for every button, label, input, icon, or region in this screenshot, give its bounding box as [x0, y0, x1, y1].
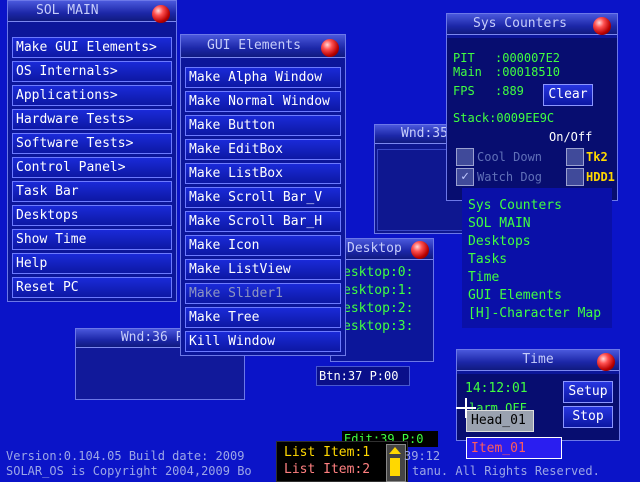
setup-button[interactable]: Setup	[563, 381, 613, 403]
main-value: :00018510	[495, 65, 561, 79]
clock-value: 14:12:01	[465, 381, 528, 396]
pit-value: :000007E2	[495, 51, 561, 65]
sol-menu-item[interactable]: Reset PC	[12, 277, 172, 298]
sys-close-ball-icon[interactable]	[593, 17, 611, 35]
sol-menu-item[interactable]: Control Panel>	[12, 157, 172, 178]
clear-button[interactable]: Clear	[543, 84, 593, 106]
sys-menu-item[interactable]: Time	[468, 270, 499, 285]
sol-menu-item[interactable]: OS Internals>	[12, 61, 172, 82]
sys-menu-item[interactable]: Desktops	[468, 234, 531, 249]
pit-label: PIT	[453, 51, 475, 65]
desktop-item[interactable]: esktop:2:	[343, 301, 413, 316]
scroll-up-arrow-icon[interactable]	[389, 447, 401, 454]
hdd1-label: HDD1	[586, 170, 615, 184]
sol-menu-item[interactable]: Software Tests>	[12, 133, 172, 154]
gui-menu-item[interactable]: Make Normal Window	[185, 91, 341, 112]
sol-main-window: SOL MAIN Make GUI Elements> OS Internals>…	[7, 0, 177, 302]
footer-copyright: SOLAR_OS is Copyright 2004,2009 Bo	[6, 464, 252, 478]
onoff-label: On/Off	[549, 130, 593, 144]
stop-button[interactable]: Stop	[563, 406, 613, 428]
sys-menu-item[interactable]: Tasks	[468, 252, 507, 267]
cool-down-checkbox[interactable]	[456, 148, 474, 166]
gui-close-ball-icon[interactable]	[321, 39, 339, 57]
tk2-checkbox[interactable]	[566, 148, 584, 166]
sys-menu-item[interactable]: Sys Counters	[468, 198, 562, 213]
gui-menu-item[interactable]: Make Scroll Bar_V	[185, 187, 341, 208]
close-ball-icon[interactable]	[152, 5, 170, 23]
gui-menu-item[interactable]: Make ListView	[185, 259, 341, 280]
desktop-close-ball-icon[interactable]	[411, 241, 429, 259]
watch-dog-label: Watch Dog	[477, 170, 543, 184]
tk2-label: Tk2	[586, 150, 608, 164]
sol-menu-item[interactable]: Hardware Tests>	[12, 109, 172, 130]
footer-rights: tanu. All Rights Reserved.	[412, 464, 600, 478]
sol-menu-item[interactable]: Make GUI Elements>	[12, 37, 172, 58]
sol-menu-item[interactable]: Task Bar	[12, 181, 172, 202]
fps-label: FPS	[453, 84, 475, 98]
gui-menu-item[interactable]: Make Scroll Bar_H	[185, 211, 341, 232]
footer-version: Version:0.104.05 Build date: 2009	[6, 449, 245, 463]
desktop-item[interactable]: esktop:0:	[343, 265, 413, 280]
sol-menu-item[interactable]: Desktops	[12, 205, 172, 226]
gui-elements-window: GUI Elements Make Alpha Window Make Norma…	[180, 34, 346, 356]
gui-menu-item[interactable]: Make ListBox	[185, 163, 341, 184]
sys-counters-title[interactable]: Sys Counters	[447, 14, 617, 35]
main-label: Main	[453, 65, 482, 79]
gui-menu-item[interactable]: Make Button	[185, 115, 341, 136]
gui-menu-item[interactable]: Make Icon	[185, 235, 341, 256]
sol-menu-item[interactable]: Help	[12, 253, 172, 274]
time-title[interactable]: Time	[457, 350, 619, 371]
tree-item[interactable]: Item_01	[466, 437, 562, 459]
stack-value: Stack:0009EE9C	[453, 111, 555, 125]
desktop-item[interactable]: esktop:3:	[343, 319, 413, 334]
btn37-label[interactable]: Btn:37 P:00	[316, 366, 410, 386]
cursor-icon	[456, 398, 476, 418]
sol-menu-item[interactable]: Show Time	[12, 229, 172, 250]
scroll-thumb[interactable]	[390, 458, 400, 476]
sol-menu-item[interactable]: Applications>	[12, 85, 172, 106]
desktop-item[interactable]: esktop:1:	[343, 283, 413, 298]
sys-menu-item[interactable]: GUI Elements	[468, 288, 562, 303]
gui-menu-item[interactable]: Make Alpha Window	[185, 67, 341, 88]
sys-menu-item[interactable]: [H]-Character Map	[468, 306, 601, 321]
cool-down-label: Cool Down	[477, 150, 543, 164]
gui-menu-item[interactable]: Kill Window	[185, 331, 341, 352]
time-close-ball-icon[interactable]	[597, 353, 615, 371]
hdd1-checkbox[interactable]	[566, 168, 584, 186]
list-item[interactable]: List Item:2	[284, 462, 370, 477]
sys-menu-item[interactable]: SOL MAIN	[468, 216, 531, 231]
watch-dog-checkbox[interactable]: ✓	[456, 168, 474, 186]
list-item[interactable]: List Item:1	[284, 445, 370, 460]
gui-menu-item[interactable]: Make Tree	[185, 307, 341, 328]
fps-value: :889	[495, 84, 524, 98]
gui-menu-item[interactable]: Make Slider1	[185, 283, 341, 304]
footer-time: 39:12	[404, 449, 441, 463]
sol-main-title[interactable]: SOL MAIN	[8, 1, 176, 22]
gui-menu-item[interactable]: Make EditBox	[185, 139, 341, 160]
tree-head[interactable]: Head_01	[466, 410, 534, 432]
